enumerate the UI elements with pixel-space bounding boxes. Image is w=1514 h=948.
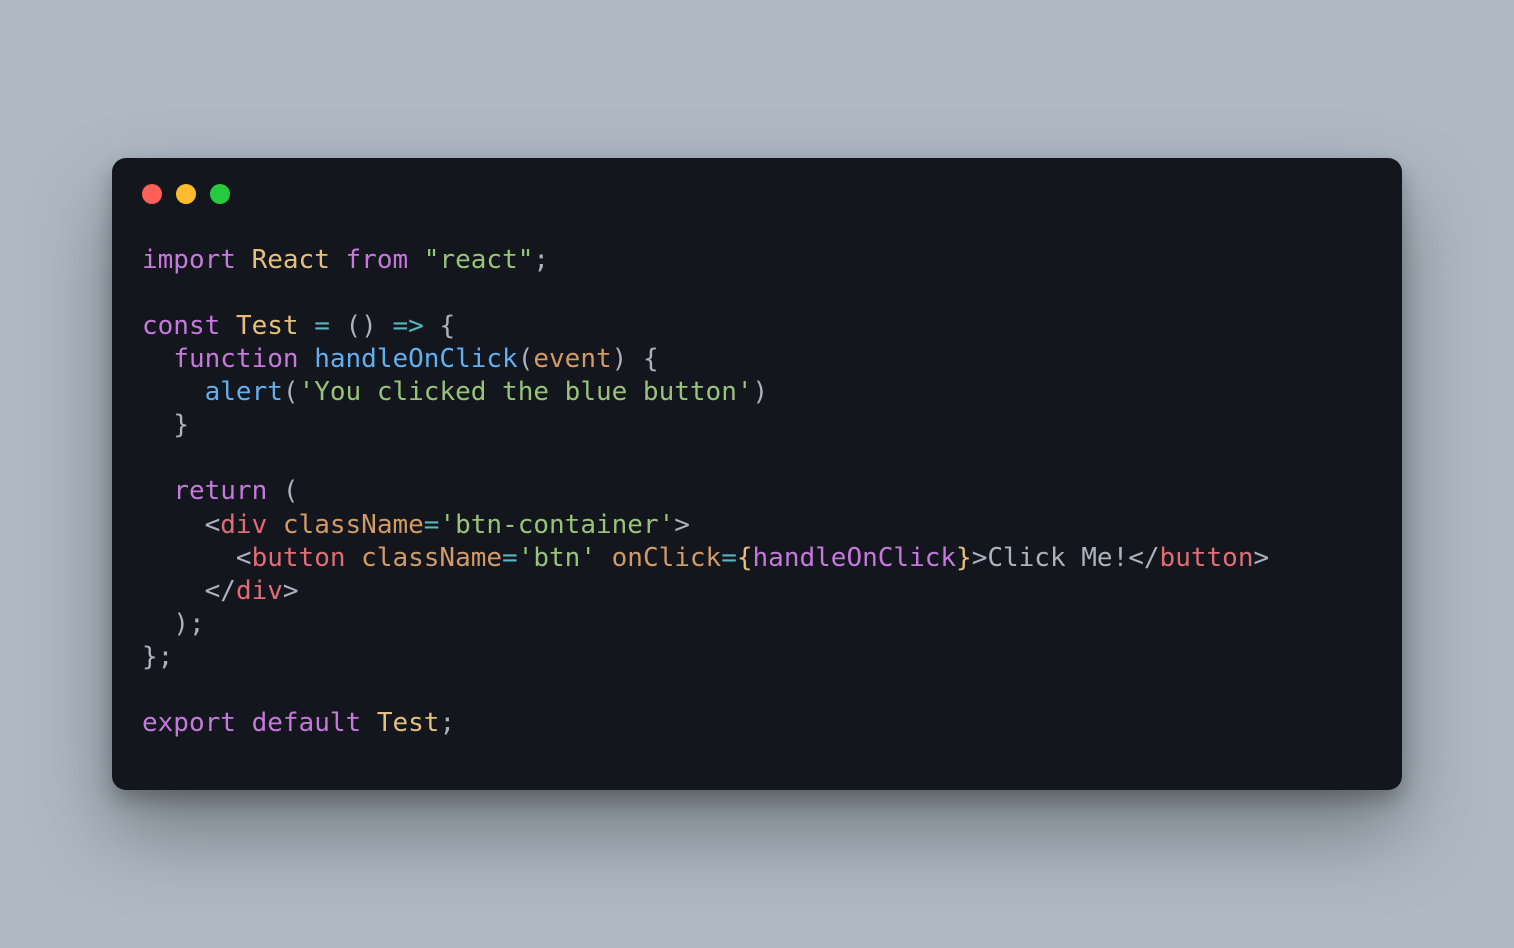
code-token: React	[252, 245, 330, 275]
code-token: handleOnClick	[753, 543, 957, 573]
code-token: (	[283, 476, 299, 506]
code-token: }	[173, 410, 189, 440]
code-token: (	[518, 344, 534, 374]
code-token: <	[205, 510, 221, 540]
code-token: >	[1253, 543, 1269, 573]
code-token: </	[1128, 543, 1159, 573]
code-token: (	[283, 377, 299, 407]
code-token: )	[753, 377, 769, 407]
code-token: ;	[439, 708, 455, 738]
code-token: from	[346, 245, 409, 275]
code-token: export	[142, 708, 236, 738]
code-token: "react"	[424, 245, 534, 275]
code-token: );	[173, 609, 204, 639]
code-token: className	[283, 510, 424, 540]
code-token: 'btn'	[518, 543, 596, 573]
code-token: =	[424, 510, 440, 540]
code-token: event	[533, 344, 611, 374]
code-window: import React from "react"; const Test = …	[112, 158, 1402, 789]
code-token: ;	[533, 245, 549, 275]
code-token: div	[220, 510, 267, 540]
code-token: 'btn-container'	[439, 510, 674, 540]
code-token: alert	[205, 377, 283, 407]
code-token: )	[612, 344, 628, 374]
window-zoom-icon[interactable]	[210, 184, 230, 204]
code-token: <	[236, 543, 252, 573]
window-titlebar	[112, 158, 1402, 214]
code-token: };	[142, 642, 173, 672]
code-token: =	[314, 311, 330, 341]
code-token: }	[956, 543, 972, 573]
window-minimize-icon[interactable]	[176, 184, 196, 204]
code-token: ()	[346, 311, 377, 341]
code-token: default	[252, 708, 362, 738]
code-token: {	[737, 543, 753, 573]
code-token: >	[972, 543, 988, 573]
code-token: =	[502, 543, 518, 573]
code-token: handleOnClick	[314, 344, 518, 374]
code-token: Test	[377, 708, 440, 738]
code-token: div	[236, 576, 283, 606]
code-token: const	[142, 311, 220, 341]
code-token: </	[205, 576, 236, 606]
code-token: {	[439, 311, 455, 341]
code-token: return	[173, 476, 267, 506]
code-token: =>	[393, 311, 424, 341]
code-token: button	[1160, 543, 1254, 573]
code-token: >	[283, 576, 299, 606]
code-block: import React from "react"; const Test = …	[112, 214, 1402, 749]
code-token: {	[643, 344, 659, 374]
code-token: className	[361, 543, 502, 573]
code-token: Test	[236, 311, 299, 341]
code-token: Click Me!	[987, 543, 1128, 573]
code-token: =	[721, 543, 737, 573]
window-close-icon[interactable]	[142, 184, 162, 204]
code-token: onClick	[612, 543, 722, 573]
code-token: import	[142, 245, 236, 275]
code-token: function	[173, 344, 298, 374]
code-token: button	[252, 543, 346, 573]
code-token: 'You clicked the blue button'	[299, 377, 753, 407]
code-token: >	[674, 510, 690, 540]
